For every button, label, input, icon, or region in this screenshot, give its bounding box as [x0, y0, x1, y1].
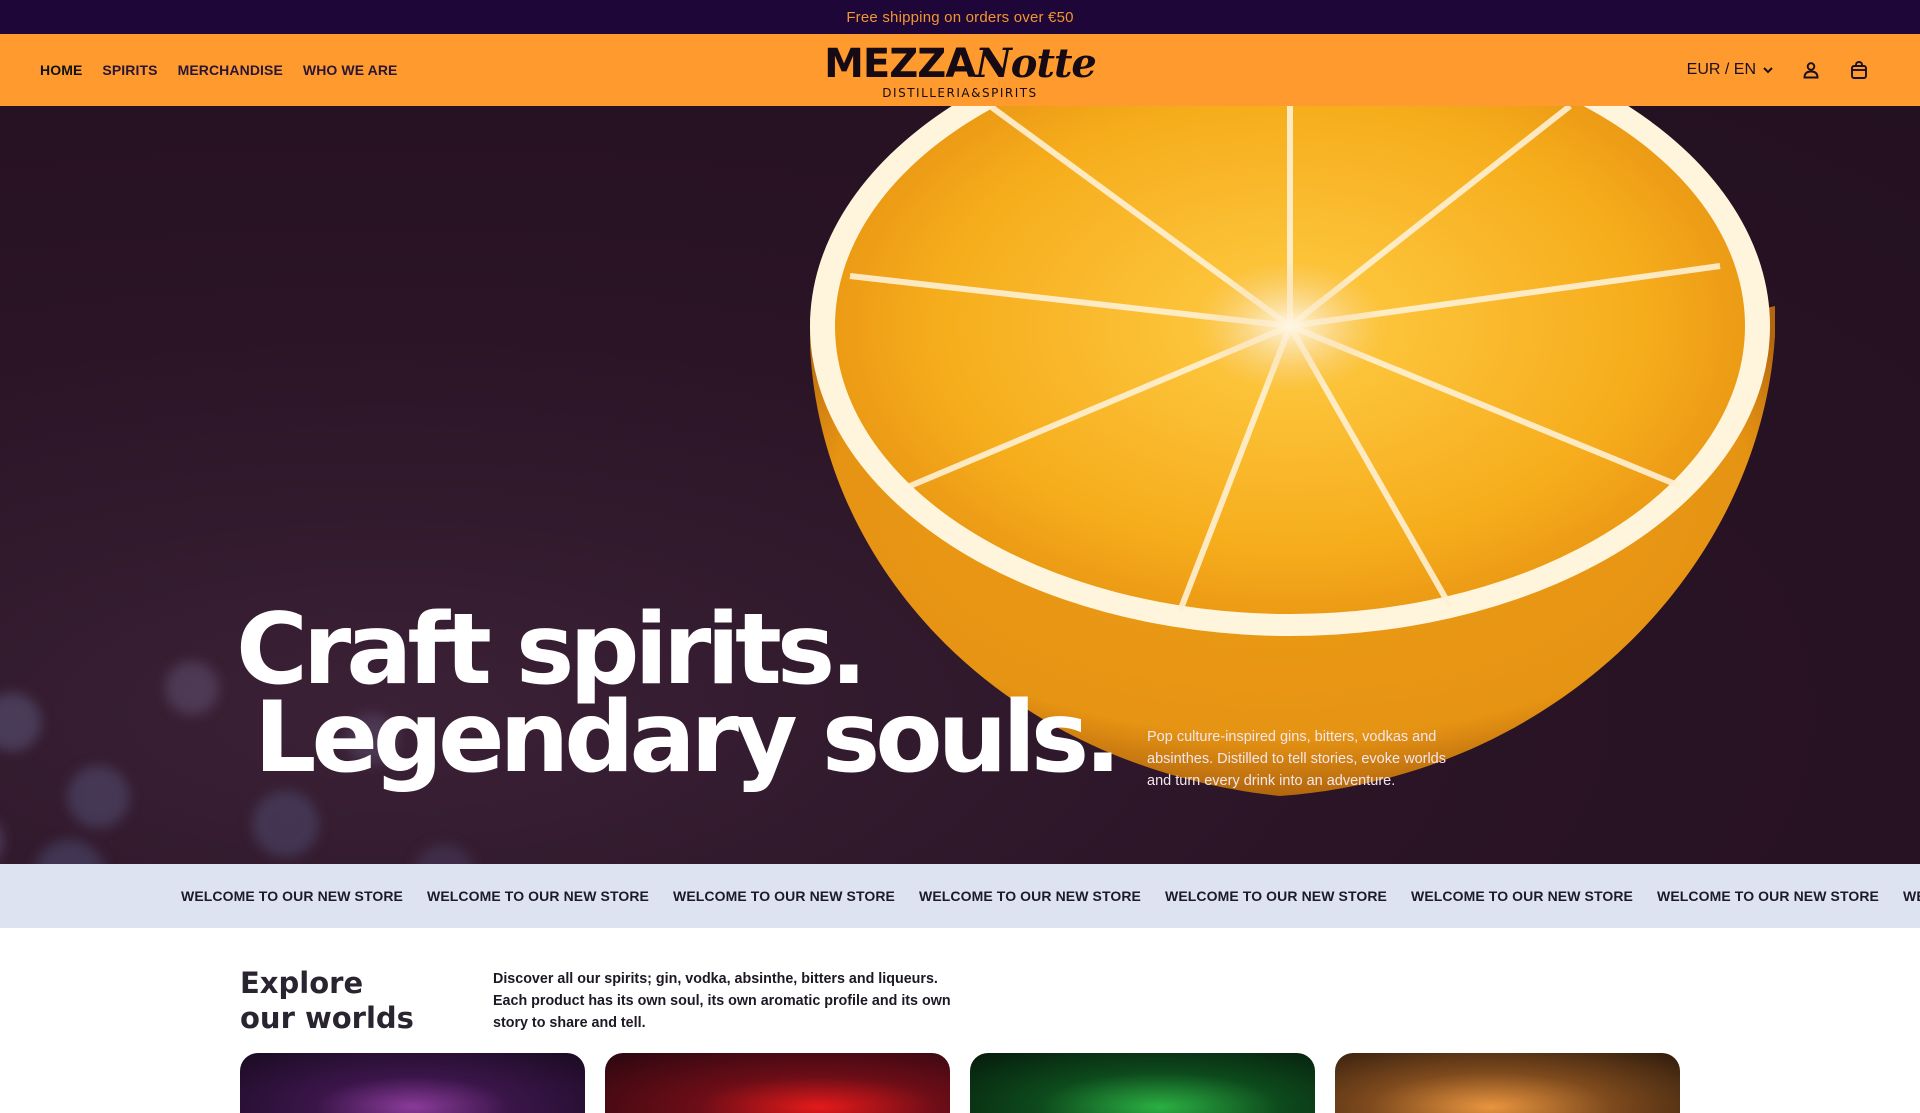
account-button[interactable] [1800, 59, 1822, 81]
nav-home[interactable]: HOME [40, 62, 82, 78]
marquee-item: WELCOME TO OUR NEW STORE [673, 888, 895, 904]
hero-title-line2: Legendary souls. [254, 681, 1121, 795]
world-card-3[interactable] [970, 1053, 1315, 1113]
announcement-text: Free shipping on orders over €50 [846, 8, 1074, 26]
announcement-marquee: WELCOME TO OUR NEW STORE WELCOME TO OUR … [0, 864, 1920, 928]
user-icon [1803, 62, 1819, 79]
marquee-item: WELCOME TO OUR NEW STORE [427, 888, 649, 904]
nav-who-we-are[interactable]: WHO WE ARE [303, 62, 398, 78]
marquee-item: WELCOME TO OUR NEW STORE [1657, 888, 1879, 904]
hero-description: Pop culture-inspired gins, bitters, vodk… [1147, 729, 1446, 789]
marquee-item: WELCOME TO OUR NEW STORE [1411, 888, 1633, 904]
site-header: HOME SPIRITS MERCHANDISE WHO WE ARE MEZZ… [0, 34, 1920, 106]
currency-locale-label: EUR / EN [1686, 61, 1756, 78]
explore-description: Discover all our spirits; gin, vodka, ab… [493, 971, 951, 1031]
announcement-bar: Free shipping on orders over €50 [0, 0, 1920, 34]
explore-section: Explore our worlds Discover all our spir… [0, 928, 1920, 1113]
main-nav: HOME SPIRITS MERCHANDISE WHO WE ARE [40, 34, 397, 106]
marquee-item: WELCOME TO OUR NEW STORE [919, 888, 1141, 904]
explore-title: Explore our worlds [240, 966, 414, 1036]
currency-locale-selector[interactable]: EUR / EN [1687, 61, 1774, 79]
world-card-4[interactable] [1335, 1053, 1680, 1113]
marquee-item: WELCOME TO OUR NEW STORE [1165, 888, 1387, 904]
nav-merchandise[interactable]: MERCHANDISE [178, 62, 283, 78]
cart-button[interactable] [1848, 59, 1870, 81]
hero-title: Craft spirits. Legendary souls. [236, 601, 1121, 795]
marquee-item: WELCOME TO OUR NEW STORE [181, 888, 403, 904]
world-card-1[interactable] [240, 1053, 585, 1113]
bag-icon [1851, 61, 1867, 79]
marquee-track: WELCOME TO OUR NEW STORE WELCOME TO OUR … [181, 864, 1920, 928]
marquee-item: WELCOME TO OUR NEW STORE [1903, 888, 1920, 904]
world-card-2[interactable] [605, 1053, 950, 1113]
brand-tagline: DISTILLERIA&SPIRITS [882, 86, 1038, 100]
brand-name-script: Notte [975, 40, 1097, 87]
hero-section: Craft spirits. Legendary souls. Pop cult… [0, 106, 1920, 864]
brand-logo[interactable]: MEZZANotte DISTILLERIA&SPIRITS [810, 40, 1110, 101]
brand-name-main: MEZZA [824, 41, 976, 87]
nav-spirits[interactable]: SPIRITS [102, 62, 157, 78]
brand-wordmark: MEZZANotte [810, 40, 1110, 87]
header-actions: EUR / EN [1687, 34, 1870, 106]
explore-title-line2: our worlds [240, 1001, 414, 1035]
explore-title-line1: Explore [240, 966, 364, 1000]
chevron-down-icon [1763, 67, 1773, 74]
